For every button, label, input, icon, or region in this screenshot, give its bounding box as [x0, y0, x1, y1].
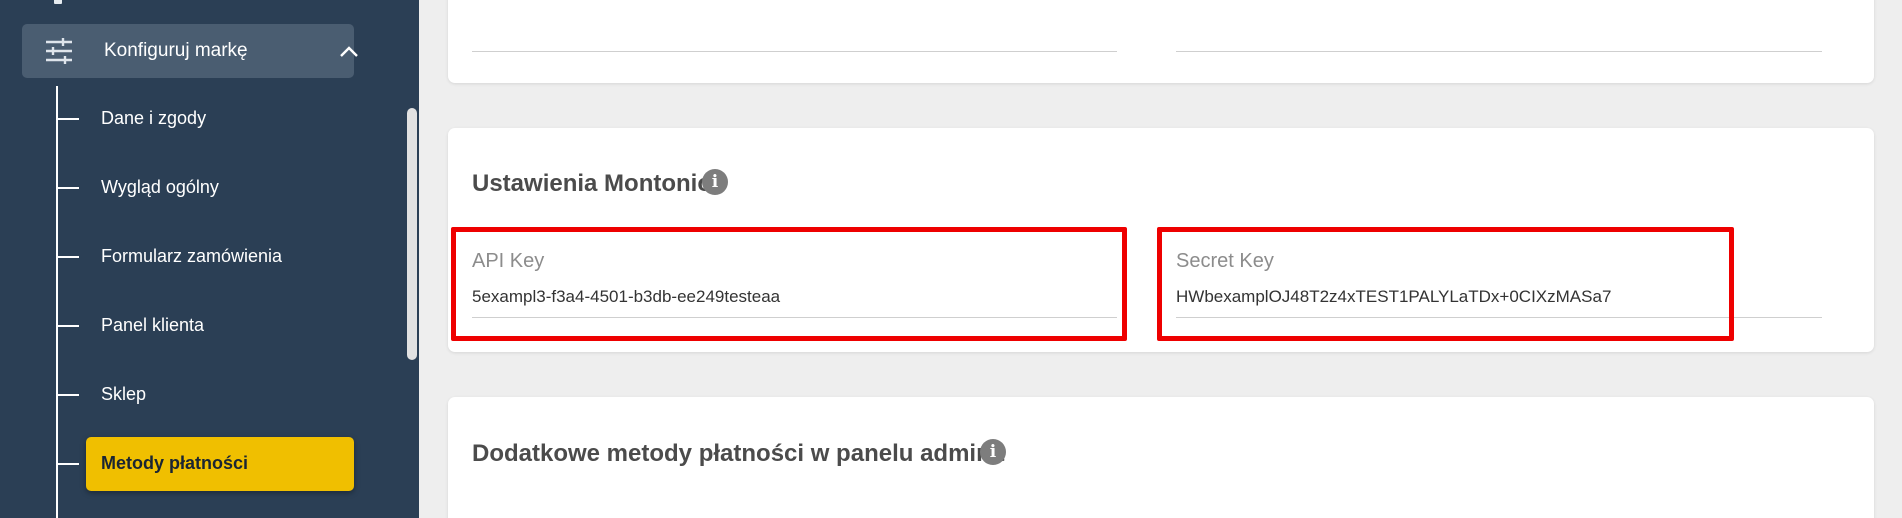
secret-key-input[interactable] — [1176, 283, 1816, 311]
previous-settings-card — [448, 0, 1874, 83]
sidebar-item-sklep[interactable]: Sklep — [56, 373, 356, 417]
sidebar-item-label: Panel klienta — [101, 315, 205, 335]
sidebar-item-label: Metody płatności — [101, 453, 249, 473]
sidebar-item-panel-klienta[interactable]: Panel klienta — [56, 304, 356, 348]
field-underline — [472, 317, 1117, 318]
sidebar: Konfiguruj markę Dane i zgody Wygląd ogó… — [0, 0, 419, 518]
sidebar-item-metody-platnosci[interactable]: Metody płatności — [56, 437, 356, 491]
tree-branch — [56, 394, 79, 396]
sidebar-item-dane-i-zgody[interactable]: Dane i zgody — [56, 97, 356, 141]
tree-branch — [56, 118, 79, 120]
sidebar-item-label: Wygląd ogólny — [101, 177, 219, 197]
chevron-up-icon[interactable] — [338, 41, 360, 63]
info-icon[interactable]: i — [980, 439, 1006, 465]
sidebar-item-label: Sklep — [101, 384, 147, 404]
sidebar-item-wyglad-ogolny[interactable]: Wygląd ogólny — [56, 166, 356, 210]
sidebar-group-konfiguruj-marke[interactable]: Konfiguruj markę — [22, 24, 358, 78]
sidebar-top-fragment — [54, 0, 62, 4]
field-underline — [472, 51, 1117, 52]
field-underline — [1176, 317, 1822, 318]
sidebar-item-formularz-zamowienia[interactable]: Formularz zamówienia — [56, 235, 356, 279]
section-title: Dodatkowe metody płatności w panelu admi… — [472, 440, 1005, 467]
tree-branch — [56, 463, 79, 465]
tree-branch — [56, 256, 79, 258]
info-icon[interactable]: i — [702, 169, 728, 195]
sliders-icon — [46, 38, 72, 64]
additional-payment-methods-card: Dodatkowe metody płatności w panelu admi… — [448, 397, 1874, 518]
field-underline — [1176, 51, 1822, 52]
montonio-settings-card: Ustawienia Montonio i API Key Secret Key — [448, 128, 1874, 352]
tree-branch — [56, 325, 79, 327]
secret-key-label: Secret Key — [1176, 250, 1274, 272]
sidebar-group-label: Konfiguruj markę — [104, 40, 248, 61]
section-title: Ustawienia Montonio — [472, 170, 712, 197]
sidebar-scrollbar-thumb[interactable] — [407, 108, 417, 360]
sidebar-item-label: Formularz zamówienia — [101, 246, 283, 266]
api-key-label: API Key — [472, 250, 545, 272]
tree-branch — [56, 187, 79, 189]
sidebar-item-label: Dane i zgody — [101, 108, 207, 128]
api-key-input[interactable] — [472, 283, 1112, 311]
